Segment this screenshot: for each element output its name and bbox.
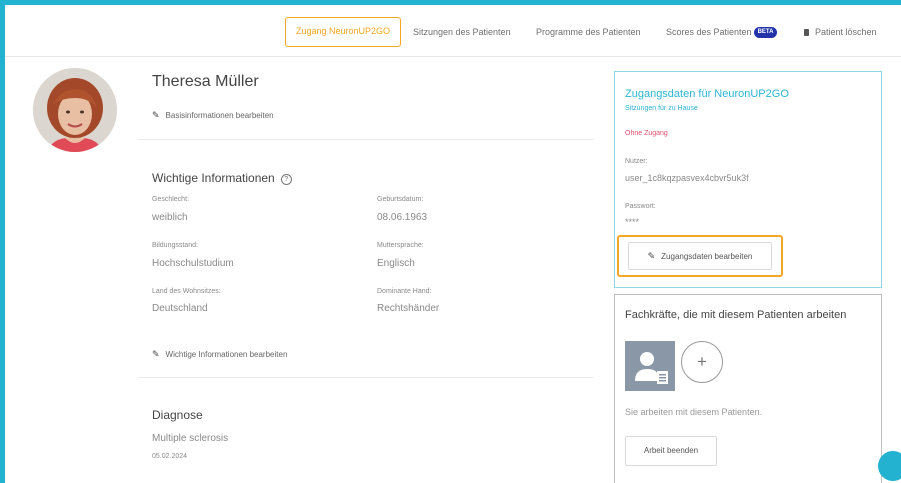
tab-access[interactable]: Zugang NeuronUP2GO bbox=[285, 17, 402, 47]
chat-icon[interactable] bbox=[878, 451, 901, 481]
user-label: Nutzer: bbox=[625, 158, 648, 165]
edit-credentials-label: Zugangsdaten bearbeiten bbox=[661, 252, 753, 261]
field-value-gender: weiblich bbox=[152, 212, 188, 223]
professionals-card: Fachkräfte, die mit diesem Patienten arb… bbox=[614, 294, 882, 483]
delete-patient-button[interactable]: Patient löschen bbox=[804, 17, 877, 47]
pencil-icon: ✎ bbox=[647, 251, 656, 261]
divider bbox=[138, 377, 594, 378]
trash-icon bbox=[804, 29, 809, 37]
field-value-country: Deutschland bbox=[152, 303, 208, 314]
professionals-note: Sie arbeiten mit diesem Patienten. bbox=[625, 407, 763, 417]
access-card: Zugangsdaten für NeuronUP2GO Sitzungen f… bbox=[614, 71, 882, 288]
user-icon-graphic bbox=[635, 352, 668, 384]
field-label-birthdate: Geburtsdatum: bbox=[377, 196, 424, 203]
pencil-icon: ✎ bbox=[152, 110, 160, 120]
end-work-button[interactable]: Arbeit beenden bbox=[625, 436, 717, 466]
divider bbox=[138, 139, 594, 140]
diagnosis-date: 05.02.2024 bbox=[152, 453, 188, 460]
avatar bbox=[33, 68, 117, 152]
important-info-title: Wichtige Informationen? bbox=[152, 171, 292, 185]
patient-name: Theresa Müller bbox=[152, 73, 259, 90]
edit-important-info-link[interactable]: ✎ Wichtige Informationen bearbeiten bbox=[152, 349, 287, 360]
help-icon[interactable]: ? bbox=[280, 174, 292, 185]
edit-credentials-button[interactable]: ✎ Zugangsdaten bearbeiten bbox=[628, 242, 772, 270]
pencil-icon: ✎ bbox=[152, 349, 160, 359]
password-label: Passwort: bbox=[625, 203, 656, 210]
field-value-birthdate: 08.06.1963 bbox=[377, 212, 428, 223]
field-label-hand: Dominante Hand: bbox=[377, 288, 432, 295]
edit-basic-info-label: Basisinformationen bearbeiten bbox=[165, 111, 274, 120]
important-info-heading: Wichtige Informationen bbox=[152, 171, 275, 185]
field-label-education: Bildungsstand: bbox=[152, 242, 198, 249]
tab-programs[interactable]: Programme des Patienten bbox=[536, 17, 641, 47]
plus-icon[interactable]: + bbox=[681, 341, 723, 383]
field-value-language: Englisch bbox=[377, 258, 415, 269]
field-label-language: Muttersprache: bbox=[377, 242, 424, 249]
tab-scores-label: Scores des Patienten bbox=[666, 27, 752, 37]
access-card-subtitle[interactable]: Sitzungen für zu Hause bbox=[625, 105, 698, 112]
field-label-country: Land des Wohnsitzes: bbox=[152, 288, 221, 295]
access-status: Ohne Zugang bbox=[625, 130, 668, 137]
app-frame: Zugang NeuronUP2GO Sitzungen des Patient… bbox=[5, 5, 901, 483]
field-value-hand: Rechtshänder bbox=[377, 303, 440, 314]
delete-patient-label: Patient löschen bbox=[815, 27, 877, 37]
tab-sessions[interactable]: Sitzungen des Patienten bbox=[413, 17, 511, 47]
top-nav: Zugang NeuronUP2GO Sitzungen des Patient… bbox=[5, 5, 901, 57]
user-value: user_1c8kqzpasvex4cbvr5uk3f bbox=[625, 173, 749, 183]
tab-scores[interactable]: Scores des Patienten BETA bbox=[666, 17, 778, 47]
beta-badge: BETA bbox=[753, 27, 778, 39]
edit-basic-info-link[interactable]: ✎ Basisinformationen bearbeiten bbox=[152, 110, 274, 121]
diagnosis-text: Multiple sclerosis bbox=[152, 433, 229, 444]
edit-important-info-label: Wichtige Informationen bearbeiten bbox=[165, 350, 288, 359]
patient-photo bbox=[33, 68, 117, 152]
access-card-title: Zugangsdaten für NeuronUP2GO bbox=[625, 88, 789, 100]
highlight-outline: ✎ Zugangsdaten bearbeiten bbox=[617, 235, 783, 277]
field-label-gender: Geschlecht: bbox=[152, 196, 189, 203]
field-value-education: Hochschulstudium bbox=[152, 258, 234, 269]
user-icon[interactable] bbox=[625, 341, 675, 391]
diagnosis-title: Diagnose bbox=[152, 408, 203, 422]
password-value: **** bbox=[625, 217, 640, 227]
professionals-card-title: Fachkräfte, die mit diesem Patienten arb… bbox=[625, 309, 847, 321]
